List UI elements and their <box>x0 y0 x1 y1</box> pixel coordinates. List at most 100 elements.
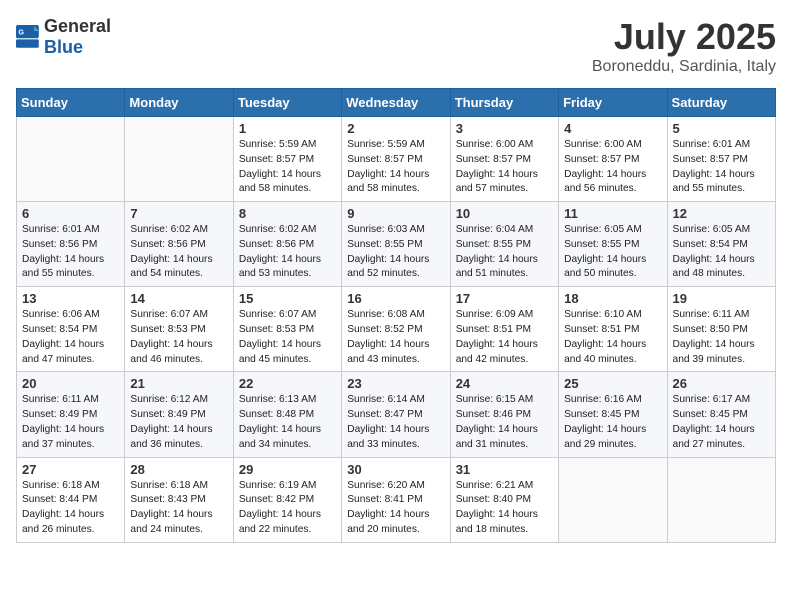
logo-general: General <box>44 16 111 36</box>
logo: G General Blue <box>16 16 111 58</box>
calendar-week-5: 27 Sunrise: 6:18 AMSunset: 8:44 PMDaylig… <box>17 457 776 542</box>
day-number: 7 <box>130 206 227 221</box>
cell-info: Sunrise: 6:14 AMSunset: 8:47 PMDaylight:… <box>347 394 429 449</box>
cell-info: Sunrise: 6:01 AMSunset: 8:56 PMDaylight:… <box>22 224 104 279</box>
cell-info: Sunrise: 6:10 AMSunset: 8:51 PMDaylight:… <box>564 309 646 364</box>
header-tuesday: Tuesday <box>233 89 341 117</box>
header-saturday: Saturday <box>667 89 775 117</box>
calendar-week-1: 1 Sunrise: 5:59 AMSunset: 8:57 PMDayligh… <box>17 117 776 202</box>
calendar-cell: 21 Sunrise: 6:12 AMSunset: 8:49 PMDaylig… <box>125 372 233 457</box>
cell-info: Sunrise: 6:13 AMSunset: 8:48 PMDaylight:… <box>239 394 321 449</box>
cell-info: Sunrise: 6:18 AMSunset: 8:43 PMDaylight:… <box>130 480 212 535</box>
day-number: 30 <box>347 462 444 477</box>
calendar-cell <box>125 117 233 202</box>
calendar-cell <box>17 117 125 202</box>
calendar-cell: 8 Sunrise: 6:02 AMSunset: 8:56 PMDayligh… <box>233 202 341 287</box>
day-number: 23 <box>347 376 444 391</box>
calendar-cell: 24 Sunrise: 6:15 AMSunset: 8:46 PMDaylig… <box>450 372 558 457</box>
calendar-cell: 9 Sunrise: 6:03 AMSunset: 8:55 PMDayligh… <box>342 202 450 287</box>
calendar-cell: 22 Sunrise: 6:13 AMSunset: 8:48 PMDaylig… <box>233 372 341 457</box>
calendar-cell: 28 Sunrise: 6:18 AMSunset: 8:43 PMDaylig… <box>125 457 233 542</box>
cell-info: Sunrise: 6:05 AMSunset: 8:55 PMDaylight:… <box>564 224 646 279</box>
calendar-cell: 23 Sunrise: 6:14 AMSunset: 8:47 PMDaylig… <box>342 372 450 457</box>
cell-info: Sunrise: 6:15 AMSunset: 8:46 PMDaylight:… <box>456 394 538 449</box>
day-number: 17 <box>456 291 553 306</box>
calendar-cell: 19 Sunrise: 6:11 AMSunset: 8:50 PMDaylig… <box>667 287 775 372</box>
cell-info: Sunrise: 6:12 AMSunset: 8:49 PMDaylight:… <box>130 394 212 449</box>
calendar-cell: 31 Sunrise: 6:21 AMSunset: 8:40 PMDaylig… <box>450 457 558 542</box>
calendar-cell: 14 Sunrise: 6:07 AMSunset: 8:53 PMDaylig… <box>125 287 233 372</box>
calendar-cell <box>559 457 667 542</box>
cell-info: Sunrise: 6:21 AMSunset: 8:40 PMDaylight:… <box>456 480 538 535</box>
calendar-cell: 15 Sunrise: 6:07 AMSunset: 8:53 PMDaylig… <box>233 287 341 372</box>
header-friday: Friday <box>559 89 667 117</box>
cell-info: Sunrise: 6:11 AMSunset: 8:49 PMDaylight:… <box>22 394 104 449</box>
calendar-cell: 6 Sunrise: 6:01 AMSunset: 8:56 PMDayligh… <box>17 202 125 287</box>
day-number: 13 <box>22 291 119 306</box>
calendar-cell: 20 Sunrise: 6:11 AMSunset: 8:49 PMDaylig… <box>17 372 125 457</box>
day-number: 2 <box>347 121 444 136</box>
cell-info: Sunrise: 6:16 AMSunset: 8:45 PMDaylight:… <box>564 394 646 449</box>
svg-text:G: G <box>18 28 24 37</box>
day-number: 29 <box>239 462 336 477</box>
cell-info: Sunrise: 5:59 AMSunset: 8:57 PMDaylight:… <box>347 139 429 194</box>
day-number: 20 <box>22 376 119 391</box>
cell-info: Sunrise: 6:17 AMSunset: 8:45 PMDaylight:… <box>673 394 755 449</box>
calendar-cell: 12 Sunrise: 6:05 AMSunset: 8:54 PMDaylig… <box>667 202 775 287</box>
cell-info: Sunrise: 6:00 AMSunset: 8:57 PMDaylight:… <box>456 139 538 194</box>
day-number: 18 <box>564 291 661 306</box>
calendar-cell: 25 Sunrise: 6:16 AMSunset: 8:45 PMDaylig… <box>559 372 667 457</box>
day-number: 9 <box>347 206 444 221</box>
calendar-cell: 2 Sunrise: 5:59 AMSunset: 8:57 PMDayligh… <box>342 117 450 202</box>
cell-info: Sunrise: 6:19 AMSunset: 8:42 PMDaylight:… <box>239 480 321 535</box>
cell-info: Sunrise: 6:20 AMSunset: 8:41 PMDaylight:… <box>347 480 429 535</box>
cell-info: Sunrise: 5:59 AMSunset: 8:57 PMDaylight:… <box>239 139 321 194</box>
day-number: 19 <box>673 291 770 306</box>
day-number: 28 <box>130 462 227 477</box>
cell-info: Sunrise: 6:02 AMSunset: 8:56 PMDaylight:… <box>239 224 321 279</box>
cell-info: Sunrise: 6:07 AMSunset: 8:53 PMDaylight:… <box>239 309 321 364</box>
calendar-cell: 26 Sunrise: 6:17 AMSunset: 8:45 PMDaylig… <box>667 372 775 457</box>
day-number: 1 <box>239 121 336 136</box>
day-number: 22 <box>239 376 336 391</box>
day-number: 21 <box>130 376 227 391</box>
logo-icon: G <box>16 25 40 49</box>
cell-info: Sunrise: 6:00 AMSunset: 8:57 PMDaylight:… <box>564 139 646 194</box>
calendar-table: SundayMondayTuesdayWednesdayThursdayFrid… <box>16 88 776 543</box>
cell-info: Sunrise: 6:02 AMSunset: 8:56 PMDaylight:… <box>130 224 212 279</box>
day-number: 12 <box>673 206 770 221</box>
cell-info: Sunrise: 6:18 AMSunset: 8:44 PMDaylight:… <box>22 480 104 535</box>
calendar-cell: 18 Sunrise: 6:10 AMSunset: 8:51 PMDaylig… <box>559 287 667 372</box>
month-year: July 2025 <box>592 16 776 58</box>
calendar-cell: 16 Sunrise: 6:08 AMSunset: 8:52 PMDaylig… <box>342 287 450 372</box>
calendar-cell: 11 Sunrise: 6:05 AMSunset: 8:55 PMDaylig… <box>559 202 667 287</box>
calendar-week-4: 20 Sunrise: 6:11 AMSunset: 8:49 PMDaylig… <box>17 372 776 457</box>
day-number: 10 <box>456 206 553 221</box>
calendar-cell: 30 Sunrise: 6:20 AMSunset: 8:41 PMDaylig… <box>342 457 450 542</box>
calendar-header-row: SundayMondayTuesdayWednesdayThursdayFrid… <box>17 89 776 117</box>
calendar-cell: 7 Sunrise: 6:02 AMSunset: 8:56 PMDayligh… <box>125 202 233 287</box>
calendar-cell: 27 Sunrise: 6:18 AMSunset: 8:44 PMDaylig… <box>17 457 125 542</box>
logo-blue: Blue <box>44 37 83 57</box>
day-number: 25 <box>564 376 661 391</box>
calendar-cell: 17 Sunrise: 6:09 AMSunset: 8:51 PMDaylig… <box>450 287 558 372</box>
day-number: 6 <box>22 206 119 221</box>
calendar-cell: 1 Sunrise: 5:59 AMSunset: 8:57 PMDayligh… <box>233 117 341 202</box>
calendar-cell: 13 Sunrise: 6:06 AMSunset: 8:54 PMDaylig… <box>17 287 125 372</box>
calendar-cell <box>667 457 775 542</box>
header-wednesday: Wednesday <box>342 89 450 117</box>
day-number: 11 <box>564 206 661 221</box>
cell-info: Sunrise: 6:05 AMSunset: 8:54 PMDaylight:… <box>673 224 755 279</box>
cell-info: Sunrise: 6:07 AMSunset: 8:53 PMDaylight:… <box>130 309 212 364</box>
logo-text: General Blue <box>44 16 111 58</box>
cell-info: Sunrise: 6:01 AMSunset: 8:57 PMDaylight:… <box>673 139 755 194</box>
day-number: 24 <box>456 376 553 391</box>
header: G General Blue July 2025 Boroneddu, Sard… <box>16 16 776 76</box>
day-number: 31 <box>456 462 553 477</box>
calendar-week-2: 6 Sunrise: 6:01 AMSunset: 8:56 PMDayligh… <box>17 202 776 287</box>
day-number: 3 <box>456 121 553 136</box>
day-number: 8 <box>239 206 336 221</box>
day-number: 26 <box>673 376 770 391</box>
calendar-week-3: 13 Sunrise: 6:06 AMSunset: 8:54 PMDaylig… <box>17 287 776 372</box>
calendar-cell: 10 Sunrise: 6:04 AMSunset: 8:55 PMDaylig… <box>450 202 558 287</box>
